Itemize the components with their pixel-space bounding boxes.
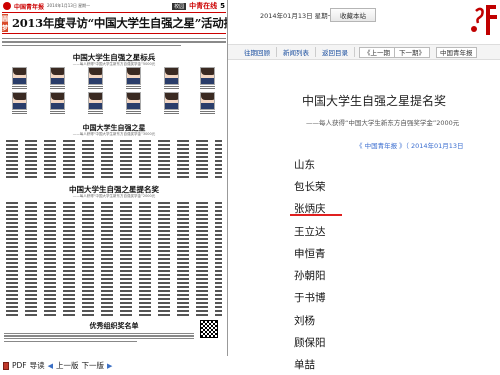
newspaper-brand: 中青在线 xyxy=(189,1,218,10)
newspaper-intro-text xyxy=(2,36,226,52)
next-page-link[interactable]: 下一版 xyxy=(82,360,105,371)
award2-subheading: ——每人获得“中国大学生新东方自强奖学金”3000元 xyxy=(72,132,156,136)
list-item: 申恒青 xyxy=(294,247,326,260)
issue-date: 2014年01月13日 星期一 xyxy=(260,12,335,20)
list-item: 刘杨 xyxy=(294,314,315,327)
screen: 中国青年报 2014年1月13日 星期一 校园 中青在线 5 圆梦 2013年度… xyxy=(0,0,500,375)
pdf-icon[interactable] xyxy=(3,361,9,370)
article-nav-bar: 往期回顾 新闻列表 返回目录 《上一期 下一期》 中国青年报 xyxy=(228,44,500,60)
pdf-link[interactable]: PDF xyxy=(12,361,27,370)
org-award-list xyxy=(4,331,194,351)
issue-pager: 《上一期 下一期》 xyxy=(359,46,430,58)
prev-issue-button[interactable]: 《上一期 xyxy=(360,47,394,57)
qr-code-icon xyxy=(200,320,218,338)
list-item: 包长荣 xyxy=(294,180,326,193)
reading-guide-link[interactable]: 导读 xyxy=(30,360,45,371)
article-headline: 中国大学生自强之星提名奖 xyxy=(301,94,446,108)
tab-back-to-index[interactable]: 返回目录 xyxy=(316,47,355,57)
china-youth-daily-logo-icon xyxy=(471,3,500,37)
site-link[interactable]: 中国青年报 xyxy=(436,46,477,58)
tab-archive[interactable]: 往期回顾 xyxy=(228,47,277,57)
list-item: 山东 xyxy=(294,158,315,171)
org-award-heading: 优秀组织奖名单 xyxy=(89,321,139,330)
next-page-arrow-icon[interactable]: ▶ xyxy=(107,362,112,370)
prev-page-arrow-icon[interactable]: ◀ xyxy=(48,362,53,370)
award3-subheading: ——每人获得“中国大学生新东方自强奖学金”2000元 xyxy=(72,194,156,198)
newspaper-logo-icon xyxy=(3,2,11,10)
newspaper-headline: 2013年度寻访“中国大学生自强之星”活动揭晓 xyxy=(12,16,228,30)
highlight-underline xyxy=(290,214,342,216)
newspaper-date: 2014年1月13日 星期一 xyxy=(47,3,91,8)
list-item: 于书博 xyxy=(294,292,326,305)
newspaper-section: 校园 xyxy=(172,2,187,10)
list-item: 王立达 xyxy=(294,225,326,238)
list-item: 单喆 xyxy=(294,359,315,372)
newspaper-page-image[interactable]: 中国青年报 2014年1月13日 星期一 校园 中青在线 5 圆梦 2013年度… xyxy=(0,0,228,356)
article-source[interactable]: 《 中国青年报 》（ 2014年01月13日 xyxy=(356,140,464,150)
nominee-list: 山东 包长荣 张炳庆 王立达 申恒青 孙朝阳 于书博 刘杨 顾保阳 单喆 xyxy=(294,153,444,375)
newspaper-name: 中国青年报 xyxy=(14,3,45,11)
event-logo: 圆梦 xyxy=(2,14,9,32)
winner-portraits xyxy=(4,67,224,117)
favorite-site-button[interactable]: 收藏本站 xyxy=(330,8,376,22)
list-item: 张炳庆 xyxy=(294,203,326,216)
prev-page-link[interactable]: 上一版 xyxy=(56,360,79,371)
newspaper-viewer-nav: PDF 导读 ◀ 上一版 下一版 ▶ xyxy=(0,356,228,375)
next-issue-button[interactable]: 下一期》 xyxy=(395,47,429,57)
newspaper-banner: 圆梦 2013年度寻访“中国大学生自强之星”活动揭晓 xyxy=(2,12,228,34)
article-subheadline: ——每人获得“中国大学生新东方自强奖学金”2000元 xyxy=(306,119,460,127)
newspaper-masthead: 中国青年报 2014年1月13日 星期一 校园 中青在线 5 xyxy=(0,0,227,12)
list-item: 孙朝阳 xyxy=(294,270,326,283)
newspaper-page-number: 5 xyxy=(220,2,225,10)
list-item: 顾保阳 xyxy=(294,337,326,350)
tab-news-list[interactable]: 新闻列表 xyxy=(277,47,316,57)
article-panel: 2014年01月13日 星期一 收藏本站 往期回顾 新闻列表 返回目录 《上一期… xyxy=(228,0,500,375)
